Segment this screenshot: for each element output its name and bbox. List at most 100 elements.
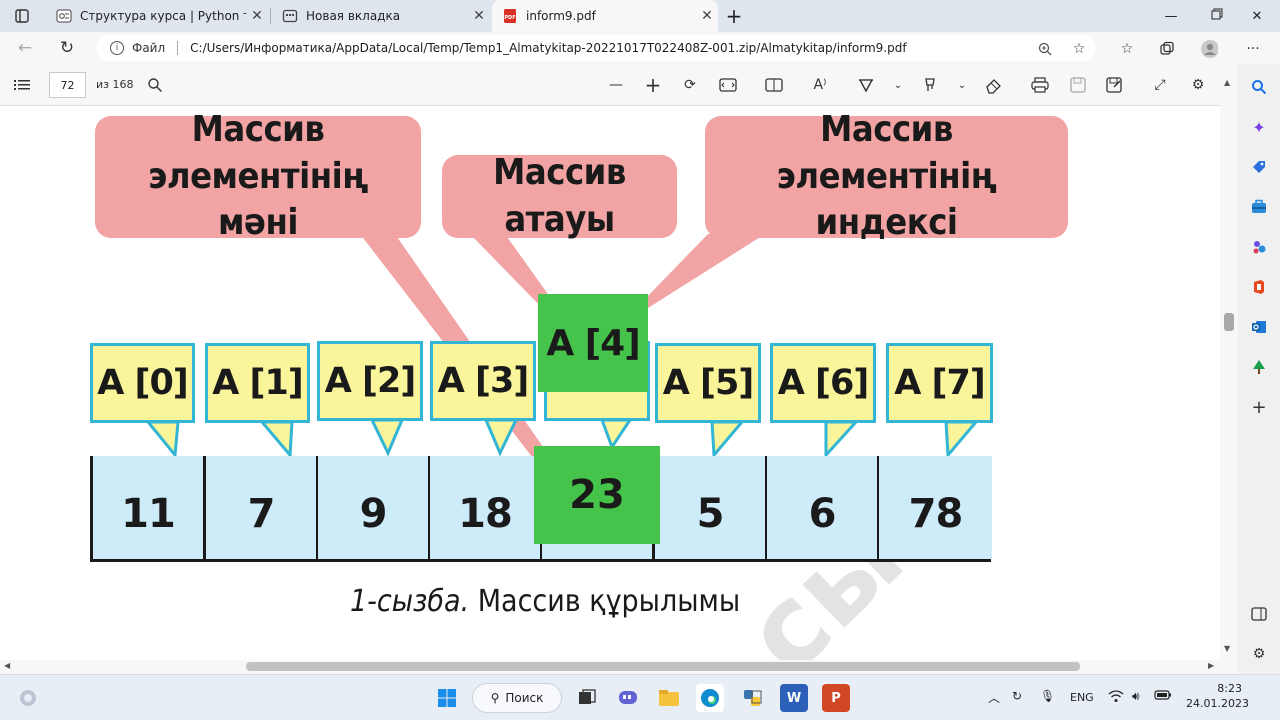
edge-sidebar: ✦ + ⚙: [1238, 64, 1280, 674]
file-explorer-icon[interactable]: [655, 684, 683, 712]
microphone-icon[interactable]: 🎙: [1040, 689, 1055, 703]
sidebar-hide-icon[interactable]: [1249, 604, 1269, 624]
label-tail: [369, 418, 405, 457]
label-tail: [824, 420, 860, 459]
highlighted-value-cell: 23: [534, 446, 660, 544]
vertical-scroll-thumb[interactable]: [1224, 313, 1234, 331]
label-tail: [483, 418, 519, 457]
word-icon[interactable]: W: [780, 684, 808, 712]
url-divider: [177, 41, 179, 55]
add-favorite-icon[interactable]: ☆: [1070, 40, 1088, 58]
horizontal-scroll-thumb[interactable]: [246, 662, 1080, 671]
url-text[interactable]: C:/Users/Информатика/AppData/Local/Temp/…: [190, 41, 906, 55]
tab-separator: [270, 8, 271, 24]
contents-icon[interactable]: [12, 75, 32, 95]
tab-new[interactable]: Новая вкладка ✕: [272, 0, 490, 32]
pdf-page: сы Массив элементінің мәні Массив атауы …: [0, 106, 1220, 660]
vertical-scrollbar[interactable]: ▲ ▼: [1220, 64, 1238, 660]
highlight-dropdown-icon[interactable]: ⌄: [952, 75, 972, 95]
sidebar-search-icon[interactable]: [1249, 77, 1269, 97]
language-indicator[interactable]: ENG: [1070, 691, 1094, 704]
games-icon[interactable]: [1249, 237, 1269, 257]
edge-taskbar-icon[interactable]: [696, 684, 724, 712]
start-button[interactable]: [433, 684, 461, 712]
page-view-icon[interactable]: [764, 75, 784, 95]
array-cell: 5: [655, 456, 768, 559]
clock[interactable]: 8:23 24.01.2023: [1186, 681, 1249, 711]
label-tail: [710, 420, 746, 459]
new-tab-button[interactable]: +: [722, 0, 746, 32]
svg-text:PDF: PDF: [504, 15, 515, 21]
tree-icon[interactable]: [1249, 357, 1269, 377]
favorites-icon[interactable]: ☆: [1118, 40, 1136, 58]
outlook-icon[interactable]: [1249, 317, 1269, 337]
minimize-icon: —: [1164, 8, 1178, 24]
zoom-icon[interactable]: [1036, 40, 1054, 58]
python-icon[interactable]: [738, 684, 766, 712]
collections-icon[interactable]: [1158, 40, 1176, 58]
wifi-icon[interactable]: [1108, 689, 1124, 706]
battery-icon[interactable]: [1154, 689, 1172, 704]
info-icon[interactable]: i: [110, 41, 124, 55]
close-tab-icon[interactable]: ✕: [696, 8, 718, 24]
powerpoint-icon[interactable]: P: [822, 684, 850, 712]
tab-bar: Структура курса | Python тілінде ✕ Новая…: [0, 0, 1280, 32]
tools-icon[interactable]: [1249, 197, 1269, 217]
caption-text: Массив құрылымы: [469, 584, 741, 619]
print-icon[interactable]: [1030, 75, 1050, 95]
tab-pdf[interactable]: PDF inform9.pdf ✕: [492, 0, 718, 32]
draw-dropdown-icon[interactable]: ⌄: [888, 75, 908, 95]
save-as-icon[interactable]: [1104, 75, 1124, 95]
draw-icon[interactable]: [856, 75, 876, 95]
course-icon: [56, 8, 72, 24]
minimize-button[interactable]: —: [1148, 0, 1194, 32]
tray-chevron-icon[interactable]: ︿: [988, 689, 1000, 706]
profile-avatar[interactable]: [1200, 40, 1218, 58]
scroll-down-icon[interactable]: ▼: [1224, 644, 1230, 653]
sync-icon[interactable]: ↻: [1012, 689, 1022, 703]
refresh-button[interactable]: ↻: [54, 36, 80, 60]
shopping-icon[interactable]: [1249, 157, 1269, 177]
search-icon[interactable]: [145, 75, 165, 95]
scroll-left-icon[interactable]: ◀: [4, 661, 10, 670]
fit-page-icon[interactable]: [718, 75, 738, 95]
taskbar-search[interactable]: ⚲ Поиск: [472, 683, 562, 713]
zoom-in-icon[interactable]: +: [643, 73, 663, 97]
clock-date: 24.01.2023: [1186, 697, 1249, 710]
scroll-right-icon[interactable]: ▶: [1208, 661, 1214, 670]
array-cell: 6: [767, 456, 880, 559]
url-field[interactable]: i Файл C:/Users/Информатика/AppData/Loca…: [96, 35, 1096, 61]
more-menu-icon[interactable]: ···: [1244, 40, 1262, 58]
task-view-icon[interactable]: [573, 684, 601, 712]
volume-icon[interactable]: 🔊︎: [1132, 689, 1140, 704]
rotate-icon[interactable]: ⟳: [680, 75, 700, 95]
tab-actions-icon: [14, 8, 30, 24]
tab-course[interactable]: Структура курса | Python тілінде ✕: [46, 0, 268, 32]
sidebar-settings-icon[interactable]: ⚙: [1249, 644, 1269, 664]
eraser-icon[interactable]: [984, 75, 1004, 95]
highlight-icon[interactable]: [920, 75, 940, 95]
teams-chat-icon[interactable]: [614, 684, 642, 712]
office-icon[interactable]: [1249, 277, 1269, 297]
tab-title: Структура курса | Python тілінде: [80, 9, 246, 23]
close-window-button[interactable]: ✕: [1234, 0, 1280, 32]
widgets-icon[interactable]: [14, 684, 42, 712]
save-icon[interactable]: [1068, 75, 1088, 95]
zoom-out-icon[interactable]: —: [606, 75, 626, 95]
fullscreen-icon[interactable]: ⤢: [1150, 75, 1170, 95]
tab-actions-button[interactable]: [4, 0, 40, 32]
copilot-icon[interactable]: ✦: [1249, 117, 1269, 137]
page-number-input[interactable]: 72: [49, 72, 86, 98]
back-button[interactable]: ←: [12, 36, 38, 60]
close-tab-icon[interactable]: ✕: [468, 8, 490, 24]
close-tab-icon[interactable]: ✕: [246, 8, 268, 24]
array-cell: 78: [879, 456, 992, 559]
settings-gear-icon[interactable]: ⚙: [1188, 75, 1208, 95]
horizontal-scrollbar[interactable]: ◀ ▶: [0, 660, 1238, 674]
highlighted-value-text: 23: [569, 472, 625, 518]
scroll-up-icon[interactable]: ▲: [1224, 78, 1230, 87]
clock-time: 8:23: [1217, 682, 1242, 695]
read-aloud-icon[interactable]: A⁾: [810, 75, 830, 95]
add-sidebar-app-icon[interactable]: +: [1249, 397, 1269, 418]
new-tab-icon: [282, 8, 298, 24]
